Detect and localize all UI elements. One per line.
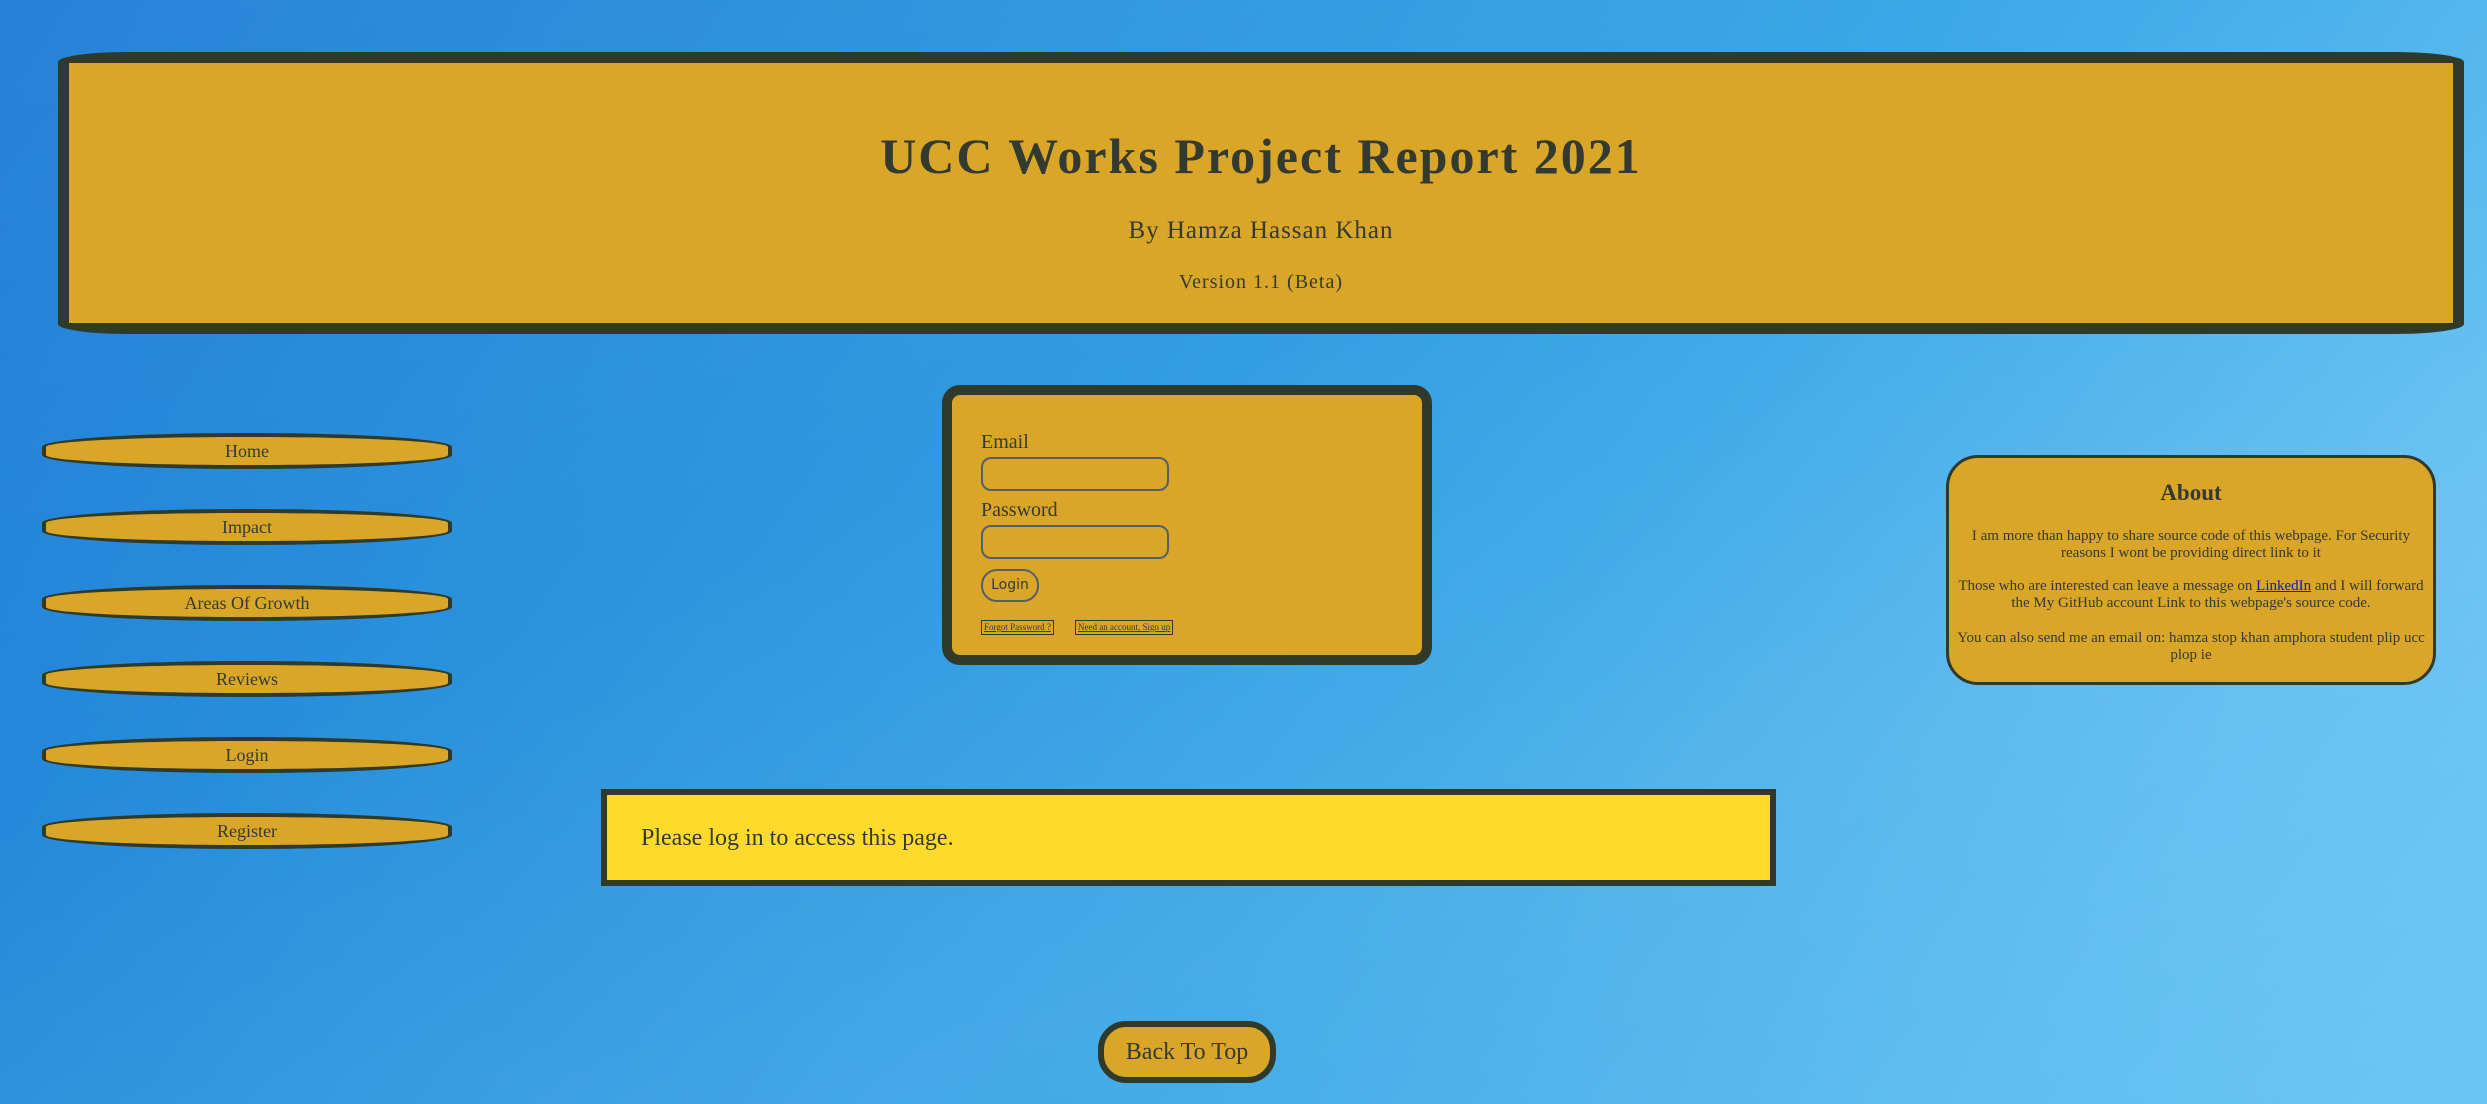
forgot-password-link[interactable]: Forgot Password ? (981, 620, 1054, 635)
email-label: Email (981, 431, 1029, 453)
about-paragraph-source: I am more than happy to share source cod… (1971, 528, 2411, 561)
author-line: By Hamza Hassan Khan (1128, 217, 1394, 244)
about-panel: About I am more than happy to share sour… (1946, 455, 2436, 685)
nav-item-reviews[interactable]: Reviews (42, 661, 452, 697)
nav-item-login[interactable]: Login (42, 737, 452, 773)
about-paragraph-contact: Those who are interested can leave a mes… (1957, 578, 2425, 612)
about-title: About (2160, 480, 2222, 505)
nav-item-impact[interactable]: Impact (42, 509, 452, 545)
back-to-top-button[interactable]: Back To Top (1098, 1021, 1276, 1083)
page-header: UCC Works Project Report 2021 By Hamza H… (58, 52, 2464, 334)
login-form: Email Password Login Forgot Password ? N… (942, 385, 1432, 665)
login-button[interactable]: Login (981, 569, 1039, 602)
login-required-alert: Please log in to access this page. (601, 789, 1776, 886)
sidebar-nav: Home Impact Areas Of Growth Reviews Logi… (42, 433, 452, 889)
password-label: Password (981, 499, 1058, 521)
version-label: Version 1.1 (Beta) (1178, 271, 1344, 293)
signup-link[interactable]: Need an account, Sign up (1075, 620, 1174, 635)
about-contact-text-before: Those who are interested can leave a mes… (1958, 578, 2257, 594)
nav-item-areas-of-growth[interactable]: Areas Of Growth (42, 585, 452, 621)
nav-item-register[interactable]: Register (42, 813, 452, 849)
page-title: UCC Works Project Report 2021 (880, 128, 1642, 184)
password-field[interactable] (981, 525, 1169, 559)
about-paragraph-email: You can also send me an email on: hamza … (1957, 630, 2425, 663)
linkedin-link[interactable]: LinkedIn (2256, 578, 2311, 594)
nav-item-home[interactable]: Home (42, 433, 452, 469)
alert-message: Please log in to access this page. (641, 825, 954, 851)
email-field[interactable] (981, 457, 1169, 491)
